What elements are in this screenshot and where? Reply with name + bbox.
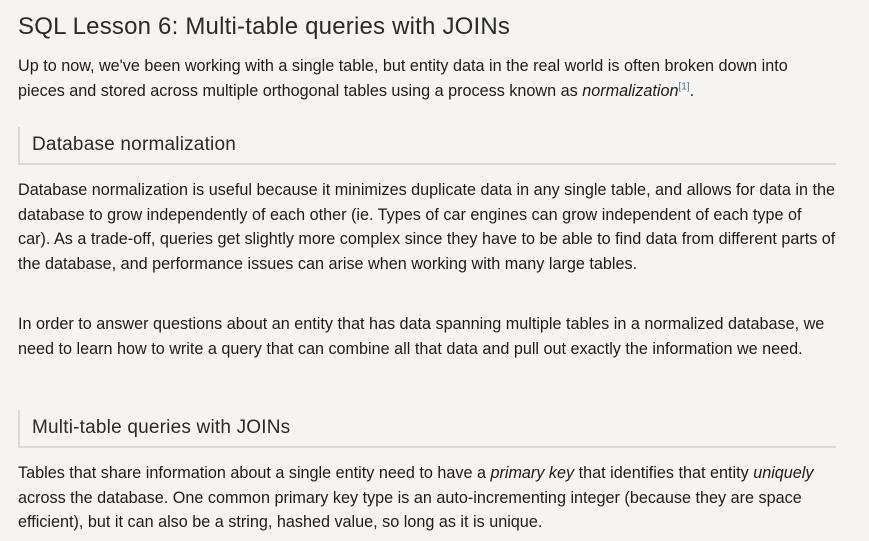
section-header-joins: Multi-table queries with JOINs	[18, 410, 836, 448]
joins-paragraph: Tables that share information about a si…	[18, 461, 838, 535]
page-title: SQL Lesson 6: Multi-table queries with J…	[18, 13, 511, 40]
joins-text-1: Tables that share information about a si…	[18, 464, 491, 482]
footnote-link[interactable]: [1]	[678, 81, 689, 92]
primary-key-term: primary key	[490, 464, 575, 482]
section-heading: Multi-table queries with JOINs	[32, 417, 291, 438]
uniquely-term: uniquely	[753, 464, 814, 482]
joins-text-3: across the database. One common primary …	[18, 488, 802, 532]
intro-text-end: .	[689, 81, 695, 100]
joins-text-2: that identifies that entity	[574, 464, 754, 482]
section-heading: Database normalization	[32, 134, 237, 155]
normalization-paragraph-2: In order to answer questions about an en…	[18, 315, 825, 358]
section-header-normalization: Database normalization	[18, 127, 836, 165]
lesson-page: SQL Lesson 6: Multi-table queries with J…	[0, 0, 869, 541]
normalization-paragraph-1: Database normalization is useful because…	[18, 181, 836, 273]
intro-paragraph: Up to now, we've been working with a sin…	[18, 54, 838, 103]
normalization-term: normalization	[582, 81, 679, 100]
